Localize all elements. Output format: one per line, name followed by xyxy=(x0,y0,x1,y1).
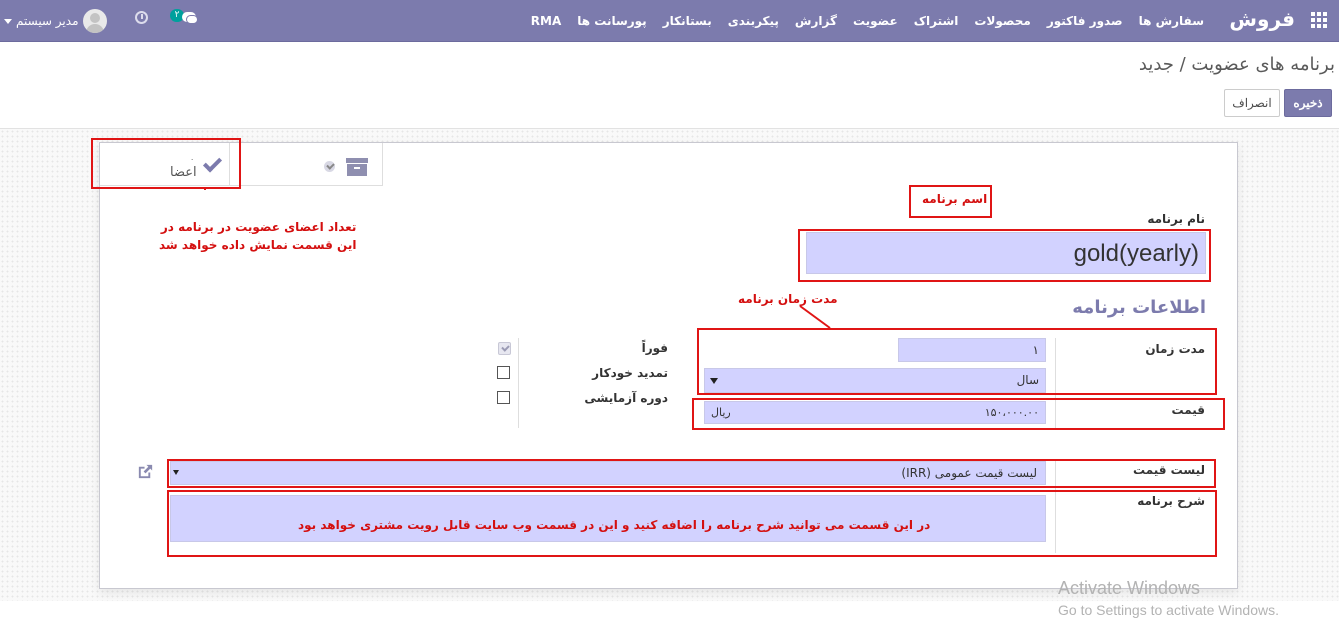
auto-renew-checkbox[interactable] xyxy=(497,366,510,379)
menu-item-subscription[interactable]: اشتراک xyxy=(914,14,959,28)
apps-grid-icon[interactable] xyxy=(1311,12,1327,28)
trial-label: دوره آزمایشی xyxy=(584,391,668,405)
top-navbar: فروش سفارش ها صدور فاکتور محصولات اشتراک… xyxy=(0,0,1339,42)
user-name: مدیر سیستم xyxy=(16,14,79,28)
menu-item-configuration[interactable]: پیکربندی xyxy=(728,14,779,28)
discard-button[interactable]: انصراف xyxy=(1224,89,1280,117)
immediate-label: فوراً xyxy=(641,341,668,355)
menu-item-commissions[interactable]: پورسانت ها xyxy=(577,14,646,28)
annotation-text-description: در این قسمت می توانید شرح برنامه را اضاف… xyxy=(298,518,931,532)
main-menu: سفارش ها صدور فاکتور محصولات اشتراک عضوی… xyxy=(531,0,1204,42)
chat-icon[interactable] xyxy=(178,11,198,25)
annotation-box-duration xyxy=(697,328,1217,395)
annotation-text-name: اسم برنامه xyxy=(922,192,988,206)
menu-item-invoicing[interactable]: صدور فاکتور xyxy=(1047,14,1123,28)
clock-icon[interactable] xyxy=(135,11,148,24)
archive-icon[interactable] xyxy=(346,158,368,176)
app-title[interactable]: فروش xyxy=(1229,7,1295,31)
menu-item-orders[interactable]: سفارش ها xyxy=(1139,14,1204,28)
annotation-text-members: تعداد اعضای عضویت در برنامه در این قسمت … xyxy=(159,220,357,252)
checkbox-column-divider xyxy=(518,338,519,428)
auto-renew-label: تمدید خودکار xyxy=(592,366,668,380)
section-title: اطلاعات برنامه xyxy=(1072,297,1206,318)
trial-checkbox[interactable] xyxy=(497,391,510,404)
menu-item-products[interactable]: محصولات xyxy=(974,14,1030,28)
user-menu[interactable]: مدیر سیستم xyxy=(0,0,107,42)
external-link-icon[interactable] xyxy=(136,462,155,481)
menu-item-rma[interactable]: RMA xyxy=(531,14,561,28)
save-button[interactable]: ذخیره xyxy=(1284,89,1332,117)
activate-windows-subtitle: Go to Settings to activate Windows. xyxy=(1058,602,1279,618)
immediate-checkbox[interactable] xyxy=(498,342,511,355)
active-check-icon xyxy=(324,161,335,172)
annotation-text-duration: مدت زمان برنامه xyxy=(738,292,838,306)
breadcrumb[interactable]: برنامه های عضویت / جدید xyxy=(1139,54,1335,75)
activate-windows-title: Activate Windows xyxy=(1058,578,1201,598)
menu-item-reporting[interactable]: گزارش xyxy=(795,14,837,28)
annotation-box-members xyxy=(91,138,241,189)
annotation-box-pricelist xyxy=(167,459,1216,488)
chevron-down-icon xyxy=(4,18,12,24)
annotation-box-name-field xyxy=(798,229,1211,282)
name-label: نام برنامه xyxy=(1147,212,1205,226)
avatar xyxy=(82,9,107,33)
annotation-box-price xyxy=(692,398,1225,430)
menu-item-creditor[interactable]: بستانکار xyxy=(663,14,712,28)
menu-item-membership[interactable]: عضویت xyxy=(853,14,898,28)
